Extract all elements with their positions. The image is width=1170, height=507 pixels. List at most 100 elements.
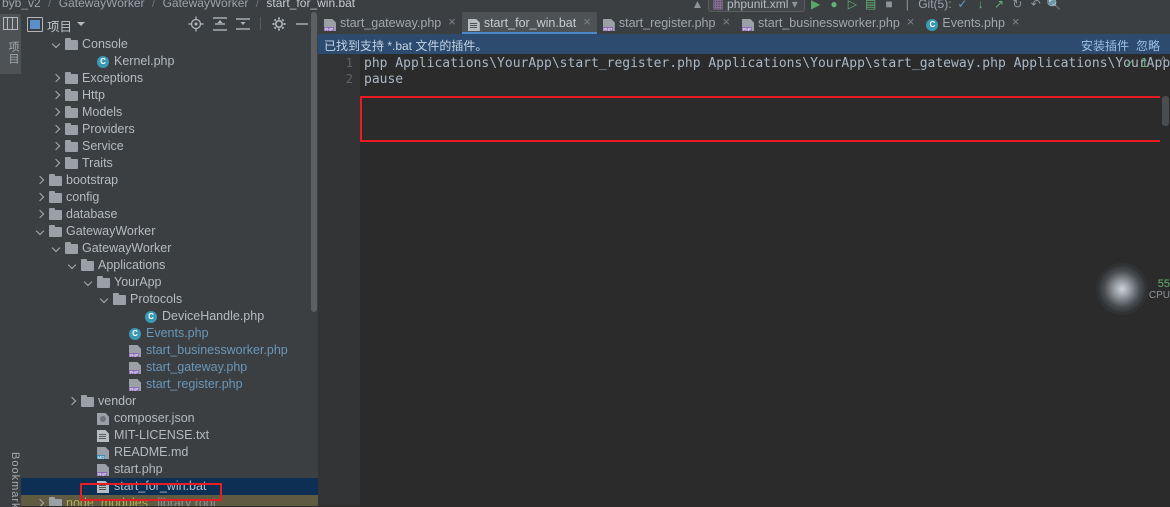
chevron-down-icon[interactable] <box>101 296 108 303</box>
tree-row[interactable]: start_for_win.bat <box>21 478 318 495</box>
code-line-2[interactable]: pause <box>364 72 403 88</box>
tree-row[interactable]: start_businessworker.php <box>21 342 318 359</box>
run-with-coverage-icon[interactable]: ▷ <box>845 0 860 11</box>
search-everywhere-icon[interactable]: 🔍 <box>1047 0 1062 11</box>
close-icon[interactable]: × <box>907 11 915 33</box>
scroll-up-arrow-icon[interactable]: ^ <box>1161 55 1166 67</box>
breadcrumb-item-2[interactable]: GatewayWorker <box>163 0 249 10</box>
chevron-down-icon[interactable] <box>53 245 60 252</box>
tree-row-label: start_for_win.bat <box>114 479 207 493</box>
tree-row[interactable]: YourApp <box>21 274 318 291</box>
folder-icon <box>49 191 62 203</box>
build-icon[interactable]: ▲ <box>690 0 705 11</box>
update-project-icon[interactable]: ↓ <box>973 0 988 11</box>
commit-icon[interactable]: ✓ <box>955 0 970 11</box>
settings-gear-icon[interactable] <box>269 12 289 36</box>
tree-row[interactable]: GatewayWorker <box>21 223 318 240</box>
profile-icon[interactable]: ▤ <box>863 0 878 11</box>
debug-icon[interactable]: ● <box>826 0 841 11</box>
tree-row-label: Providers <box>82 122 135 136</box>
editor-tab[interactable]: start_for_win.bat × <box>461 11 597 34</box>
chevron-down-icon[interactable] <box>85 279 92 286</box>
editor-gutter[interactable]: 1 2 <box>318 54 360 507</box>
tree-row[interactable]: Protocols <box>21 291 318 308</box>
close-icon[interactable]: × <box>448 11 456 33</box>
cpu-meter-label: CPU <box>1148 290 1170 301</box>
chevron-down-icon[interactable] <box>77 22 85 26</box>
editor-tab[interactable]: Events.php × <box>920 12 1025 34</box>
tree-row-label: Http <box>82 88 105 102</box>
tree-row[interactable]: config <box>21 189 318 206</box>
install-plugin-link[interactable]: 安装插件 <box>1081 37 1129 54</box>
code-editor[interactable]: 1 2 php Applications\YourApp\start_regis… <box>318 54 1170 507</box>
stop-icon[interactable]: ■ <box>882 0 897 11</box>
breadcrumb-item-1[interactable]: GatewayWorker <box>59 0 145 10</box>
tree-row[interactable]: Events.php <box>21 325 318 342</box>
breadcrumb-item-current[interactable]: start_for_win.bat <box>266 0 355 10</box>
json-file-icon <box>97 413 109 425</box>
chevron-right-icon[interactable] <box>53 126 60 133</box>
breadcrumb-item-0[interactable]: byb_v2 <box>2 0 41 10</box>
revert-icon[interactable]: ↶ <box>1028 0 1043 11</box>
push-icon[interactable]: ↗ <box>992 0 1007 11</box>
project-tree-scrollbar[interactable] <box>311 12 317 312</box>
chevron-down-icon[interactable] <box>37 228 44 235</box>
tree-row[interactable]: Applications <box>21 257 318 274</box>
chevron-right-icon[interactable] <box>37 194 44 201</box>
editor-area: start_gateway.php×start_for_win.bat×star… <box>318 12 1170 507</box>
tree-row[interactable]: Providers <box>21 121 318 138</box>
sidebar-item-bookmarks[interactable]: Bookmarks <box>0 452 21 507</box>
tree-row[interactable]: Console <box>21 36 318 53</box>
tree-row-label: start_gateway.php <box>146 360 248 374</box>
project-tree[interactable]: Console Kernel.php Exceptions Http Models Pro… <box>21 36 318 507</box>
expand-all-icon[interactable] <box>210 12 230 36</box>
bookmarks-strip-label: Bookmarks <box>9 452 21 507</box>
history-icon[interactable]: ↻ <box>1010 0 1025 11</box>
tree-row[interactable]: Traits <box>21 155 318 172</box>
tree-row[interactable]: Models <box>21 104 318 121</box>
tree-row[interactable]: bootstrap <box>21 172 318 189</box>
hide-panel-icon[interactable] <box>292 12 312 36</box>
tree-row[interactable]: vendor <box>21 393 318 410</box>
chevron-right-icon[interactable] <box>37 177 44 184</box>
chevron-right-icon[interactable] <box>53 160 60 167</box>
tree-row[interactable]: Http <box>21 87 318 104</box>
tree-row[interactable]: Service <box>21 138 318 155</box>
editor-scrollbar-thumb[interactable] <box>1162 96 1169 126</box>
editor-tab[interactable]: start_businessworker.php × <box>736 12 920 34</box>
editor-tab[interactable]: start_gateway.php × <box>318 12 462 34</box>
tree-row[interactable]: Exceptions <box>21 70 318 87</box>
tree-row-label: start.php <box>114 462 163 476</box>
chevron-down-icon[interactable] <box>69 262 76 269</box>
chevron-down-icon[interactable] <box>53 41 60 48</box>
run-icon[interactable]: ▶ <box>808 0 823 11</box>
chevron-right-icon[interactable] <box>53 75 60 82</box>
tree-row[interactable]: MIT-LICENSE.txt <box>21 427 318 444</box>
tree-row[interactable]: README.md <box>21 444 318 461</box>
tree-row[interactable]: start_gateway.php <box>21 359 318 376</box>
tree-row[interactable]: DeviceHandle.php <box>21 308 318 325</box>
tree-row[interactable]: GatewayWorker <box>21 240 318 257</box>
tree-row[interactable]: database <box>21 206 318 223</box>
tree-row[interactable]: Kernel.php <box>21 53 318 70</box>
tree-row[interactable]: start.php <box>21 461 318 478</box>
project-icon <box>3 16 18 30</box>
close-icon[interactable]: × <box>722 11 730 33</box>
sidebar-item-project[interactable]: 项目 <box>0 14 21 74</box>
select-opened-file-icon[interactable] <box>186 12 206 36</box>
close-icon[interactable]: × <box>1012 11 1020 33</box>
chevron-right-icon[interactable] <box>37 211 44 218</box>
chevron-right-icon[interactable] <box>69 398 76 405</box>
editor-tab[interactable]: start_register.php × <box>597 12 736 34</box>
tree-row[interactable]: start_register.php <box>21 376 318 393</box>
collapse-all-icon[interactable] <box>233 12 253 36</box>
tree-row[interactable]: composer.json <box>21 410 318 427</box>
chevron-right-icon[interactable] <box>53 143 60 150</box>
chevron-right-icon[interactable] <box>53 109 60 116</box>
inspection-status-indicator[interactable]: ✓ 1 <box>1126 56 1148 70</box>
chevron-right-icon[interactable] <box>53 92 60 99</box>
code-line-1[interactable]: php Applications\YourApp\start_register.… <box>364 56 1170 72</box>
close-icon[interactable]: × <box>583 11 591 33</box>
editor-scrollbar[interactable] <box>1160 96 1170 507</box>
cpu-meter-gauge[interactable] <box>1099 266 1145 312</box>
